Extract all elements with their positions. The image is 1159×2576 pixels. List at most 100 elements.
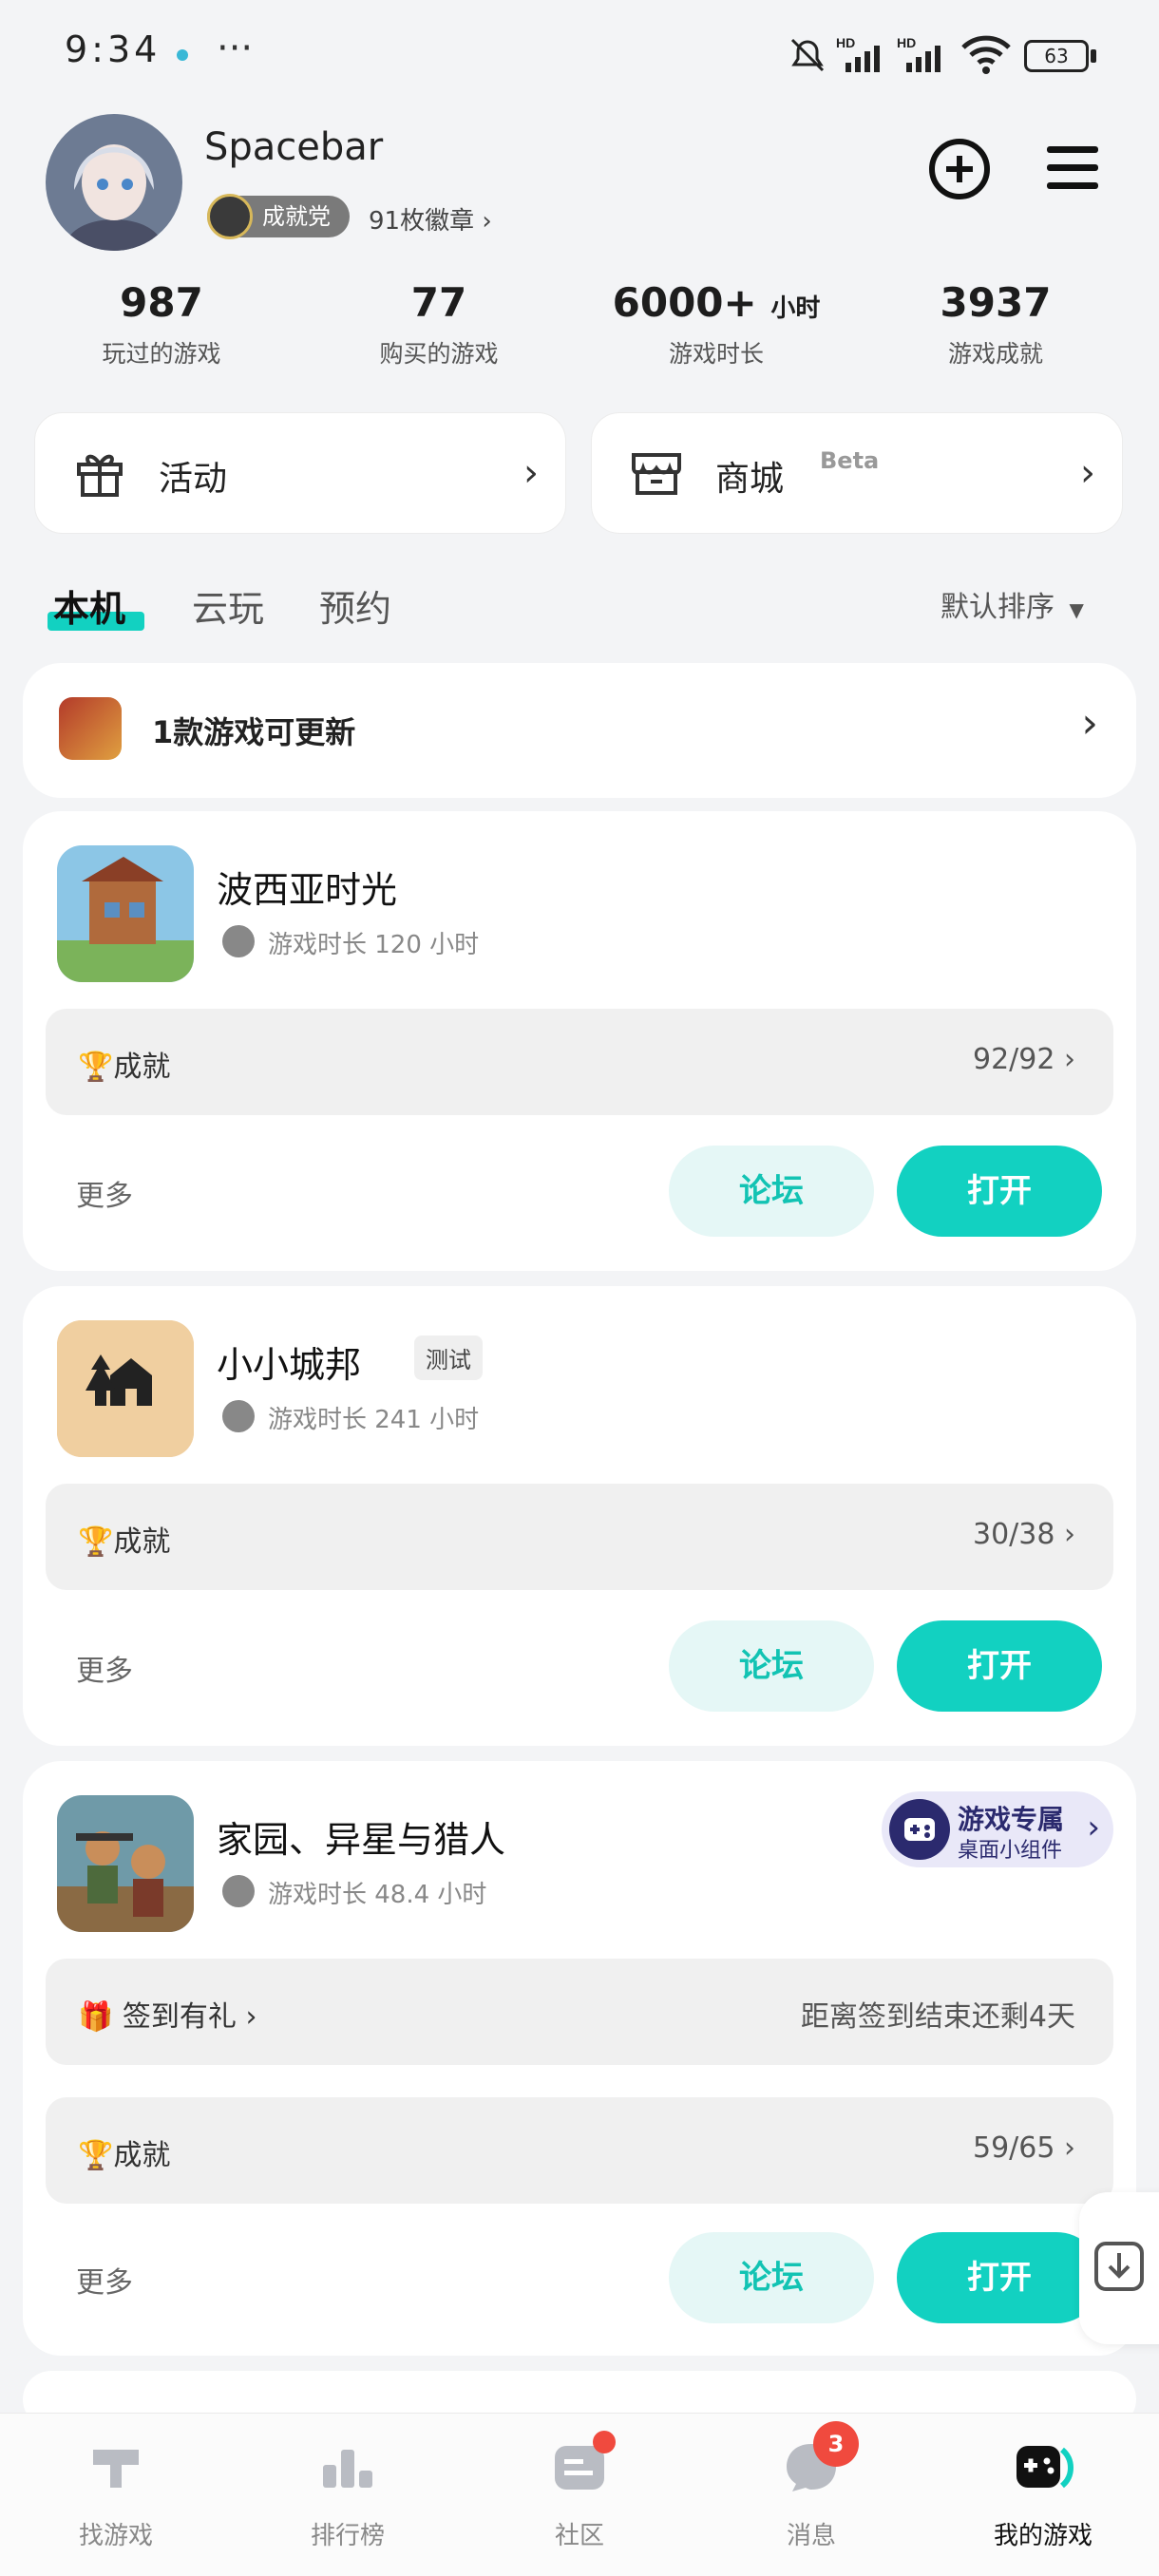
nav-label: 社区 xyxy=(554,2522,604,2550)
open-button[interactable]: 打开 xyxy=(897,2232,1102,2323)
stat-played[interactable]: 987 玩过的游戏 xyxy=(38,279,285,369)
menu-icon[interactable] xyxy=(1045,144,1100,192)
chevron-right-icon: › xyxy=(1064,2131,1075,2165)
game-icon-thumbnail xyxy=(59,697,122,760)
beta-tag: Beta xyxy=(820,447,880,474)
battery-tip xyxy=(1091,49,1096,63)
notification-dot-icon xyxy=(177,49,188,61)
game-icon[interactable] xyxy=(57,1795,194,1932)
tab-cloud[interactable]: 云玩 xyxy=(192,579,264,632)
forum-button[interactable]: 论坛 xyxy=(669,1146,874,1237)
nav-label: 我的游戏 xyxy=(993,2522,1092,2550)
test-tag: 测试 xyxy=(414,1335,483,1380)
nav-rankings[interactable]: 排行榜 xyxy=(232,2436,464,2551)
stat-purchased[interactable]: 77 购买的游戏 xyxy=(315,279,562,369)
stat-achievements-label: 游戏成就 xyxy=(947,340,1043,368)
open-button[interactable]: 打开 xyxy=(897,1620,1102,1712)
sort-label: 默认排序 xyxy=(940,591,1054,624)
trophy-icon: 🏆 xyxy=(78,1525,114,1559)
chevron-right-icon: › xyxy=(1080,451,1095,495)
username[interactable]: Spacebar xyxy=(204,125,383,169)
more-link[interactable]: 更多 xyxy=(76,2259,133,2301)
achievement-label: 成就 xyxy=(113,1051,171,1084)
game-playtime: 游戏时长 48.4 小时 xyxy=(268,1881,487,1909)
tab-reserve[interactable]: 预约 xyxy=(319,579,391,632)
widget-title: 游戏专属 xyxy=(958,1804,1065,1835)
floating-download-button[interactable] xyxy=(1079,2192,1159,2344)
game-icon[interactable] xyxy=(57,1320,194,1457)
download-icon xyxy=(1094,2242,1144,2291)
battery-icon: 63 xyxy=(1024,40,1089,72)
plus-icon xyxy=(946,156,973,182)
activity-card[interactable]: 活动 › xyxy=(34,412,566,534)
stopwatch-icon xyxy=(222,1400,255,1432)
widget-subtitle: 桌面小组件 xyxy=(958,1839,1063,1863)
signal-2-label: HD xyxy=(897,35,916,50)
stopwatch-icon xyxy=(222,1875,255,1907)
game-icon[interactable] xyxy=(57,845,194,982)
game-playtime: 游戏时长 241 小时 xyxy=(268,1406,480,1434)
gift-icon: 🎁 xyxy=(78,2000,114,2034)
more-link[interactable]: 更多 xyxy=(76,1647,133,1689)
messages-badge: 3 xyxy=(813,2421,859,2467)
rankings-icon xyxy=(323,2450,372,2488)
chevron-right-icon: › xyxy=(1064,1518,1075,1551)
store-card[interactable]: 商城 Beta › xyxy=(591,412,1123,534)
nav-label: 排行榜 xyxy=(310,2522,385,2550)
activity-label: 活动 xyxy=(159,460,228,499)
signal-1-label: HD xyxy=(836,35,855,50)
nav-label: 找游戏 xyxy=(78,2522,153,2550)
stat-playtime-number: 6000+ xyxy=(612,279,757,326)
stat-achievements[interactable]: 3937 游戏成就 xyxy=(872,279,1119,369)
game-title[interactable]: 波西亚时光 xyxy=(217,861,397,913)
checkin-countdown: 距离签到结束还剩4天 xyxy=(800,2000,1075,2034)
game-title[interactable]: 小小城邦 xyxy=(217,1335,361,1388)
nav-my-games[interactable]: 我的游戏 xyxy=(927,2436,1159,2551)
nav-messages[interactable]: 消息 xyxy=(695,2436,927,2551)
forum-button[interactable]: 论坛 xyxy=(669,2232,874,2323)
nav-label: 消息 xyxy=(786,2522,836,2550)
achievement-label: 成就 xyxy=(113,1525,171,1559)
nav-community[interactable]: 社区 xyxy=(464,2436,695,2551)
stat-playtime-label: 游戏时长 xyxy=(668,340,764,368)
store-icon xyxy=(632,453,681,495)
stat-playtime-unit: 小时 xyxy=(770,294,821,323)
medals-link[interactable]: 91枚徽章 › xyxy=(369,201,492,237)
badge-label: 成就党 xyxy=(262,203,331,230)
achievement-count: 59/65 xyxy=(972,2131,1055,2165)
open-button[interactable]: 打开 xyxy=(897,1146,1102,1237)
chevron-right-icon: › xyxy=(523,451,539,495)
game-card: 波西亚时光 游戏时长 120 小时 🏆成就 92/92 › 更多 论坛 打开 xyxy=(23,811,1136,1271)
game-playtime: 游戏时长 120 小时 xyxy=(268,931,480,959)
find-games-icon xyxy=(93,2450,139,2488)
sort-dropdown[interactable]: 默认排序 ▼ xyxy=(940,583,1084,625)
chevron-right-icon: › xyxy=(1087,1809,1100,1847)
add-button[interactable] xyxy=(929,139,990,199)
stat-played-number: 987 xyxy=(120,279,203,326)
trophy-icon: 🏆 xyxy=(78,2139,114,2172)
store-label: 商城 xyxy=(715,460,785,499)
stat-achievements-number: 3937 xyxy=(940,279,1052,326)
community-notification-dot xyxy=(593,2431,616,2453)
mute-bell-icon xyxy=(790,38,825,72)
wifi-icon xyxy=(961,35,1011,74)
update-notice[interactable]: 1款游戏可更新 › xyxy=(23,663,1136,798)
tab-local[interactable]: 本机 xyxy=(53,579,125,632)
forum-button[interactable]: 论坛 xyxy=(669,1620,874,1712)
achievement-row[interactable]: 🏆成就 59/65 › xyxy=(46,2097,1113,2204)
achievement-row[interactable]: 🏆成就 30/38 › xyxy=(46,1484,1113,1590)
desktop-widget-promo[interactable]: 游戏专属 桌面小组件 › xyxy=(882,1791,1113,1867)
checkin-row[interactable]: 🎁 签到有礼 › 距离签到结束还剩4天 xyxy=(46,1959,1113,2065)
achievement-badge-icon xyxy=(207,194,253,239)
more-link[interactable]: 更多 xyxy=(76,1172,133,1214)
avatar[interactable] xyxy=(46,114,182,251)
stat-playtime[interactable]: 6000+ 小时 游戏时长 xyxy=(593,279,840,369)
battery-level: 63 xyxy=(1044,45,1069,67)
achievement-row[interactable]: 🏆成就 92/92 › xyxy=(46,1009,1113,1115)
game-card: 小小城邦 测试 游戏时长 241 小时 🏆成就 30/38 › 更多 论坛 打开 xyxy=(23,1286,1136,1746)
bottom-navigation: 找游戏 排行榜 社区 消息 3 我的游戏 xyxy=(0,2413,1159,2576)
game-title[interactable]: 家园、异星与猎人 xyxy=(217,1810,505,1863)
stat-played-label: 玩过的游戏 xyxy=(102,340,221,368)
nav-find-games[interactable]: 找游戏 xyxy=(0,2436,232,2551)
caret-down-icon: ▼ xyxy=(1069,598,1084,621)
